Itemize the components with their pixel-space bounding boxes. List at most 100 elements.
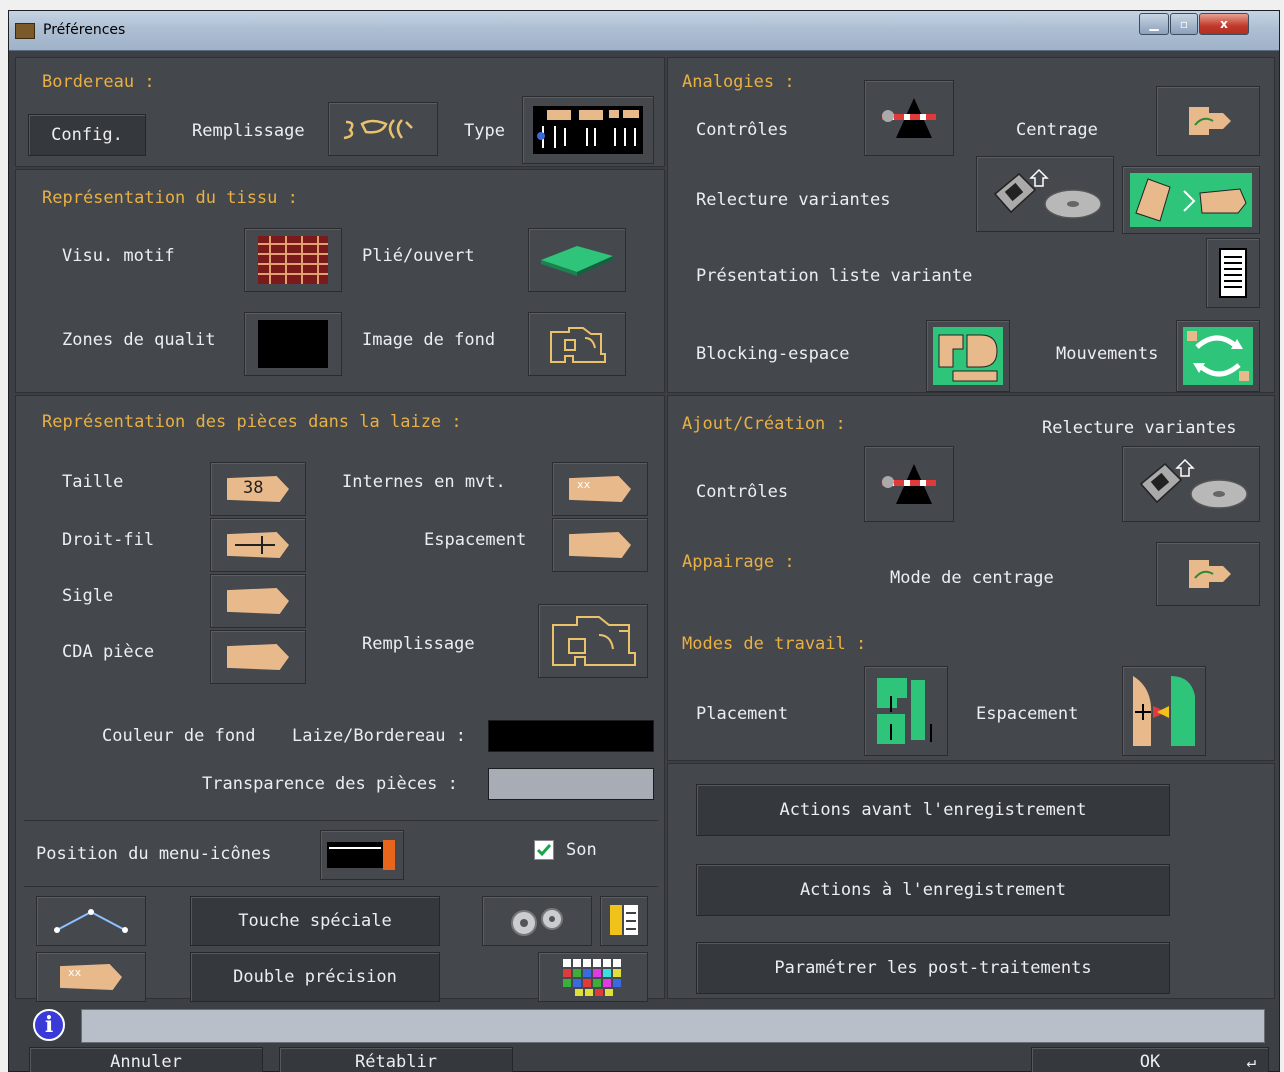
analogies-controles-icon[interactable]	[864, 80, 954, 156]
blocking-label: Blocking-espace	[696, 344, 850, 364]
ok-label: OK	[1139, 1052, 1161, 1072]
placement-icon[interactable]	[864, 666, 948, 756]
cda-icon[interactable]	[210, 630, 306, 684]
cda-label: CDA pièce	[62, 642, 155, 662]
centrage-icon[interactable]	[1156, 86, 1260, 156]
presentation-label: Présentation liste variante	[696, 266, 973, 286]
zones-qualite-color	[258, 320, 328, 368]
taille-label: Taille	[62, 472, 124, 492]
zones-qualite-label: Zones de qualit	[62, 330, 216, 350]
plie-ouvert-label: Plié/ouvert	[362, 246, 475, 266]
close-button[interactable]: x	[1199, 13, 1249, 35]
piece-shape-icon: 38	[227, 476, 289, 502]
ajout-header: Ajout/Création :	[682, 414, 846, 434]
maximize-button[interactable]: ▫	[1170, 13, 1198, 35]
droit-fil-label: Droit-fil	[62, 530, 155, 550]
plie-ouvert-icon[interactable]	[528, 228, 626, 292]
enter-icon: ↵	[1246, 1052, 1256, 1071]
modes-header: Modes de travail :	[682, 634, 867, 654]
visu-motif-icon[interactable]	[244, 228, 342, 292]
piece-xx-icon: xx	[60, 964, 122, 990]
type-label: Type	[464, 121, 505, 141]
analogies-panel: Analogies : Contrôles Centrage Relecture…	[667, 57, 1275, 393]
ajout-relecture-label: Relecture variantes	[1042, 418, 1237, 438]
preferences-window: Préférences ▁ ▫ x Bordereau : Config. Re…	[8, 10, 1280, 1072]
bordereau-header: Bordereau :	[42, 72, 155, 92]
piece-spacing-icon	[569, 532, 631, 558]
type-icon[interactable]	[522, 96, 654, 164]
gears-icon[interactable]	[482, 896, 592, 946]
divider	[24, 886, 658, 887]
couleur-fond-swatch[interactable]	[488, 720, 654, 752]
config-button[interactable]: Config.	[28, 114, 146, 156]
tissu-panel: Représentation du tissu : Visu. motif Pl…	[15, 169, 665, 393]
taille-icon[interactable]: 38	[210, 462, 306, 516]
divider	[24, 820, 658, 821]
piece-grain-icon	[227, 532, 289, 558]
sigle-icon[interactable]	[210, 574, 306, 628]
minimize-button[interactable]: ▁	[1139, 13, 1169, 35]
placement-label: Placement	[696, 704, 789, 724]
piece-cda-icon	[227, 644, 289, 670]
mode-centrage-icon[interactable]	[1156, 542, 1260, 606]
appairage-header: Appairage :	[682, 552, 795, 572]
relecture-variantes-icon[interactable]	[1122, 166, 1260, 234]
actions-avant-button[interactable]: Actions avant l'enregistrement	[696, 784, 1170, 836]
image-fond-label: Image de fond	[362, 330, 496, 350]
remplissage-pieces-label: Remplissage	[362, 634, 475, 654]
son-label: Son	[566, 840, 597, 860]
mouvements-icon[interactable]	[1176, 320, 1260, 392]
modes-espacement-icon[interactable]	[1122, 666, 1206, 756]
relecture-label: Relecture variantes	[696, 190, 891, 210]
blocking-icon[interactable]	[926, 320, 1010, 392]
retablir-button[interactable]: Rétablir	[279, 1047, 513, 1072]
mouvements-label: Mouvements	[1056, 344, 1159, 364]
presentation-icon[interactable]	[1206, 238, 1260, 308]
internes-icon[interactable]: xx	[552, 462, 648, 516]
actions-a-button[interactable]: Actions à l'enregistrement	[696, 864, 1170, 916]
color-palette-icon[interactable]	[538, 952, 648, 1002]
couleur-fond-label: Couleur de fond	[102, 726, 256, 746]
remplissage-label: Remplissage	[192, 121, 305, 141]
sigle-label: Sigle	[62, 586, 114, 606]
post-traitements-button[interactable]: Paramétrer les post-traitements	[696, 942, 1170, 994]
relecture-icon[interactable]	[976, 156, 1114, 232]
taille-value: 38	[243, 478, 264, 498]
remplissage-icon[interactable]	[328, 102, 438, 156]
centrage-label: Centrage	[1016, 120, 1098, 140]
mode-centrage-label: Mode de centrage	[890, 568, 1054, 588]
transparence-swatch[interactable]	[488, 768, 654, 800]
app-icon	[15, 23, 35, 39]
piece-marked-icon: xx	[569, 476, 631, 502]
ajout-panel: Ajout/Création : Relecture variantes Con…	[667, 395, 1275, 761]
visu-motif-label: Visu. motif	[62, 246, 175, 266]
internes-label: Internes en mvt.	[342, 472, 506, 492]
bonus-icon[interactable]	[600, 896, 648, 946]
espacement-piece-icon[interactable]	[552, 518, 648, 572]
transparence-label: Transparence des pièces :	[202, 774, 458, 794]
laize-bordereau-label: Laize/Bordereau :	[292, 726, 466, 746]
position-menu-label: Position du menu-icônes	[36, 844, 272, 864]
ok-button[interactable]: OK ↵	[1031, 1047, 1269, 1072]
analogies-header: Analogies :	[682, 72, 795, 92]
window-title: Préférences	[43, 22, 126, 38]
remplissage-pieces-icon[interactable]	[538, 604, 648, 678]
touche-speciale-button[interactable]: Touche spéciale	[190, 896, 440, 946]
analogies-controles-label: Contrôles	[696, 120, 789, 140]
ajout-controles-icon[interactable]	[864, 446, 954, 522]
position-menu-icon[interactable]	[320, 830, 404, 880]
bordereau-panel: Bordereau : Config. Remplissage Type	[15, 57, 665, 167]
droit-fil-icon[interactable]	[210, 518, 306, 572]
title-bar: Préférences ▁ ▫ x	[9, 11, 1279, 51]
ajout-relecture-icon[interactable]	[1122, 446, 1260, 522]
annuler-button[interactable]: Annuler	[29, 1047, 263, 1072]
zones-qualite-swatch[interactable]	[244, 312, 342, 376]
image-fond-icon[interactable]	[528, 312, 626, 376]
son-checkbox[interactable]	[534, 840, 554, 860]
ajout-controles-label: Contrôles	[696, 482, 789, 502]
espacement-label: Espacement	[424, 530, 527, 550]
piece-double-icon[interactable]: xx	[36, 952, 146, 1002]
double-precision-button[interactable]: Double précision	[190, 952, 440, 1002]
info-icon: i	[33, 1009, 65, 1041]
bezier-icon[interactable]	[36, 896, 146, 946]
